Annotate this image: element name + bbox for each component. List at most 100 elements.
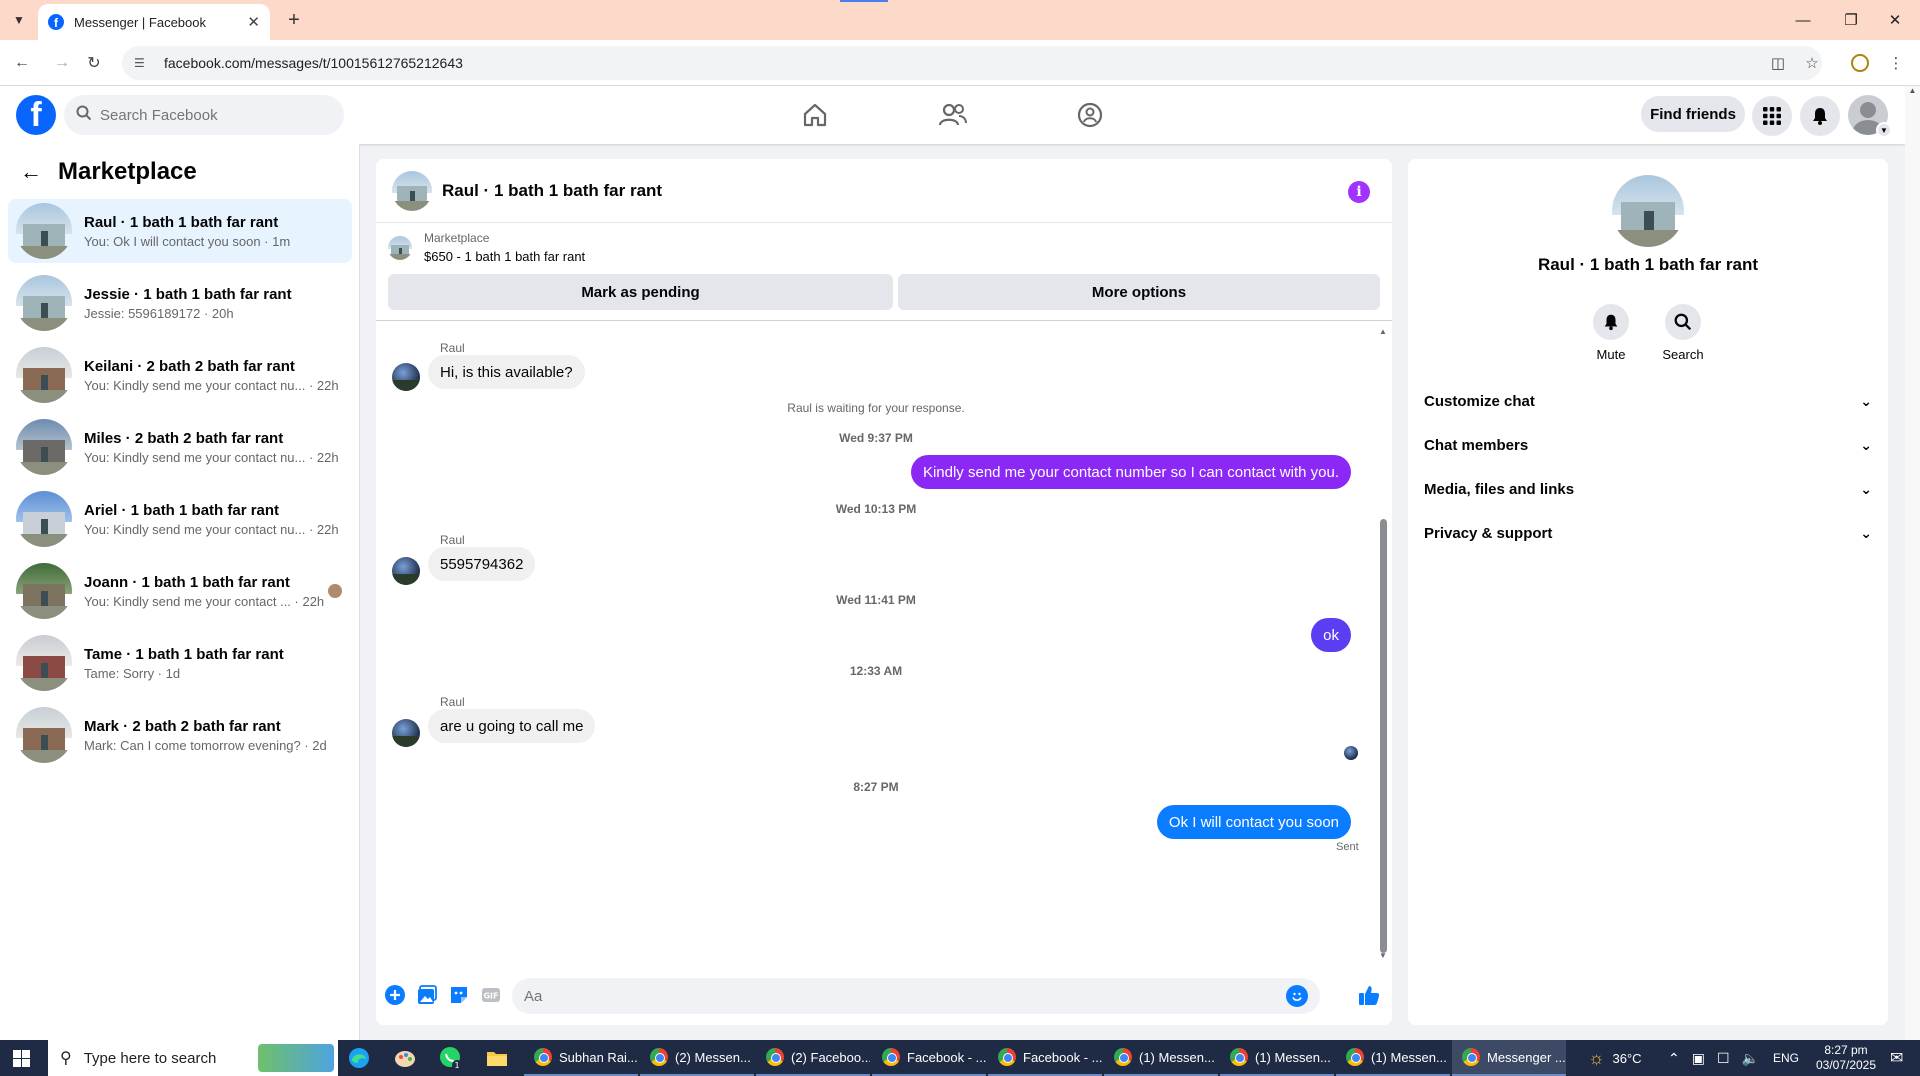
edge-browser-icon[interactable] [346,1046,372,1070]
photo-attach-icon[interactable] [416,984,438,1006]
file-explorer-icon[interactable] [484,1046,510,1070]
chat-title[interactable]: Raul · 1 bath 1 bath far rant [442,181,662,201]
sender-avatar [392,719,420,747]
reload-icon[interactable]: ↻ [82,51,106,75]
conversation-item[interactable]: Jessie · 1 bath 1 bath far rant Jessie: 5… [8,271,352,335]
tab-close-icon[interactable]: ✕ [247,13,260,31]
page-scrollbar[interactable]: ▲ [1905,86,1920,1040]
taskbar-search[interactable]: ⚲ Type here to search [48,1040,338,1076]
message-bubble-incoming[interactable]: are u going to call me [428,709,596,743]
home-nav-icon[interactable] [793,94,837,136]
taskbar-window-item-active[interactable]: Messenger ... [1452,1040,1566,1076]
message-bubble-incoming[interactable]: 5595794362 [428,547,536,581]
timestamp: 12:33 AM [849,664,903,678]
browser-profile-icon[interactable] [1848,51,1872,75]
menu-grid-icon[interactable] [1752,96,1792,136]
weather-widget[interactable]: ☼ 36°C [1588,1040,1642,1076]
page-scroll-up-icon[interactable]: ▲ [1905,86,1920,95]
message-input-box[interactable] [512,978,1320,1014]
conversation-item[interactable]: Tame · 1 bath 1 bath far rant Tame: Sorry… [8,631,352,695]
conversation-avatar [16,275,72,331]
chat-avatar[interactable] [392,170,432,211]
marketplace-listing[interactable]: Marketplace $650 - 1 bath 1 bath far ran… [388,231,585,264]
facebook-logo-icon[interactable]: f [16,95,56,135]
scroll-up-icon[interactable]: ▲ [1378,327,1388,336]
scroll-down-icon[interactable]: ▼ [1378,951,1388,960]
weather-icon: ☼ [1588,1047,1605,1068]
friends-nav-icon[interactable] [931,94,975,136]
conversation-item[interactable]: Mark · 2 bath 2 bath far rant Mark: Can I… [8,703,352,767]
taskbar-window-item[interactable]: (2) Faceboo... [756,1040,870,1076]
volume-icon[interactable]: 🔈 [1742,1050,1759,1067]
section-label: Customize chat [1424,392,1535,410]
network-icon[interactable]: ☐ [1717,1050,1730,1067]
thumbs-up-icon[interactable] [1358,984,1380,1006]
facebook-search-box[interactable] [64,95,344,135]
taskbar-window-item[interactable]: (1) Messen... [1220,1040,1334,1076]
minimize-icon[interactable]: — [1788,8,1818,32]
account-chevron-down-icon[interactable]: ▼ [1876,122,1892,138]
find-friends-button[interactable]: Find friends [1641,96,1745,132]
system-clock[interactable]: 8:27 pm 03/07/2025 [1808,1043,1884,1073]
conversation-name: Joann · 1 bath 1 bath far rant [84,573,290,591]
browser-menu-icon[interactable]: ⋮ [1884,51,1908,75]
taskbar-window-item[interactable]: (1) Messen... [1104,1040,1218,1076]
forward-arrow-icon[interactable]: → [50,51,74,75]
conversation-item[interactable]: Raul · 1 bath 1 bath far rant You: Ok I w… [8,199,352,263]
windows-start-icon[interactable] [13,1050,30,1067]
message-bubble-outgoing[interactable]: ok [1311,618,1351,652]
conversation-info-icon[interactable]: i [1348,181,1370,203]
chat-members-section[interactable]: Chat members ⌄ [1424,427,1872,463]
restore-icon[interactable]: ❐ [1836,8,1866,32]
conversation-item[interactable]: Joann · 1 bath 1 bath far rant You: Kindl… [8,559,352,623]
media-files-links-section[interactable]: Media, files and links ⌄ [1424,471,1872,507]
mute-button[interactable]: Mute [1576,304,1646,362]
gif-icon[interactable]: GIF [480,984,502,1006]
sticker-icon[interactable] [448,984,470,1006]
meet-now-icon[interactable]: ▣ [1692,1050,1705,1067]
customize-chat-section[interactable]: Customize chat ⌄ [1424,383,1872,419]
install-app-icon[interactable]: ◫ [1766,51,1790,75]
conversation-item[interactable]: Keilani · 2 bath 2 bath far rant You: Kin… [8,343,352,407]
browser-tab-messenger[interactable]: f Messenger | Facebook ✕ [38,4,270,40]
message-bubble-outgoing[interactable]: Kindly send me your contact number so I … [910,455,1351,489]
taskbar-window-item[interactable]: Subhan Rai... [524,1040,638,1076]
site-settings-icon[interactable]: ☰ [134,56,150,70]
new-tab-plus-icon[interactable]: + [282,8,306,32]
back-arrow-icon[interactable]: ← [20,159,42,185]
language-indicator[interactable]: ENG [1773,1051,1799,1065]
more-options-button[interactable]: More options [898,274,1380,310]
taskbar-window-item[interactable]: (2) Messen... [640,1040,754,1076]
facebook-search-input[interactable] [100,106,320,124]
conversation-avatar [16,563,72,619]
message-scrollbar[interactable]: ▲ ▼ [1378,327,1388,961]
timestamp: Wed 10:13 PM [835,502,917,516]
tab-search-chevron-icon[interactable]: ▼ [8,9,30,31]
conversation-item[interactable]: Miles · 2 bath 2 bath far rant You: Kindl… [8,415,352,479]
notifications-bell-icon[interactable] [1800,96,1840,136]
bookmark-star-icon[interactable]: ☆ [1800,51,1824,75]
address-bar[interactable]: ☰ facebook.com/messages/t/10015612765212… [122,46,1822,80]
paint-app-icon[interactable] [392,1046,418,1070]
read-receipt-avatar [1344,746,1358,760]
tray-chevron-up-icon[interactable]: ⌃ [1668,1050,1680,1067]
privacy-support-section[interactable]: Privacy & support ⌄ [1424,515,1872,551]
scroll-thumb[interactable] [1380,519,1387,953]
whatsapp-icon[interactable]: 1 [438,1046,464,1070]
window-close-icon[interactable]: ✕ [1880,8,1910,32]
details-avatar[interactable] [1612,175,1684,247]
mark-as-pending-button[interactable]: Mark as pending [388,274,893,310]
message-bubble-outgoing[interactable]: Ok I will contact you soon [1156,805,1351,839]
plus-actions-icon[interactable] [384,984,406,1006]
taskbar-window-item[interactable]: Facebook - ... [988,1040,1102,1076]
groups-nav-icon[interactable] [1068,94,1112,136]
conversation-item[interactable]: Ariel · 1 bath 1 bath far rant You: Kindl… [8,487,352,551]
taskbar-window-item[interactable]: Facebook - ... [872,1040,986,1076]
emoji-icon[interactable] [1286,985,1308,1007]
action-center-icon[interactable]: ✉ [1890,1040,1903,1076]
taskbar-window-item[interactable]: (1) Messen... [1336,1040,1450,1076]
message-input[interactable] [524,987,1264,1005]
search-in-conversation-button[interactable]: Search [1648,304,1718,362]
back-arrow-icon[interactable]: ← [10,51,34,75]
message-bubble-incoming[interactable]: Hi, is this available? [428,355,585,389]
